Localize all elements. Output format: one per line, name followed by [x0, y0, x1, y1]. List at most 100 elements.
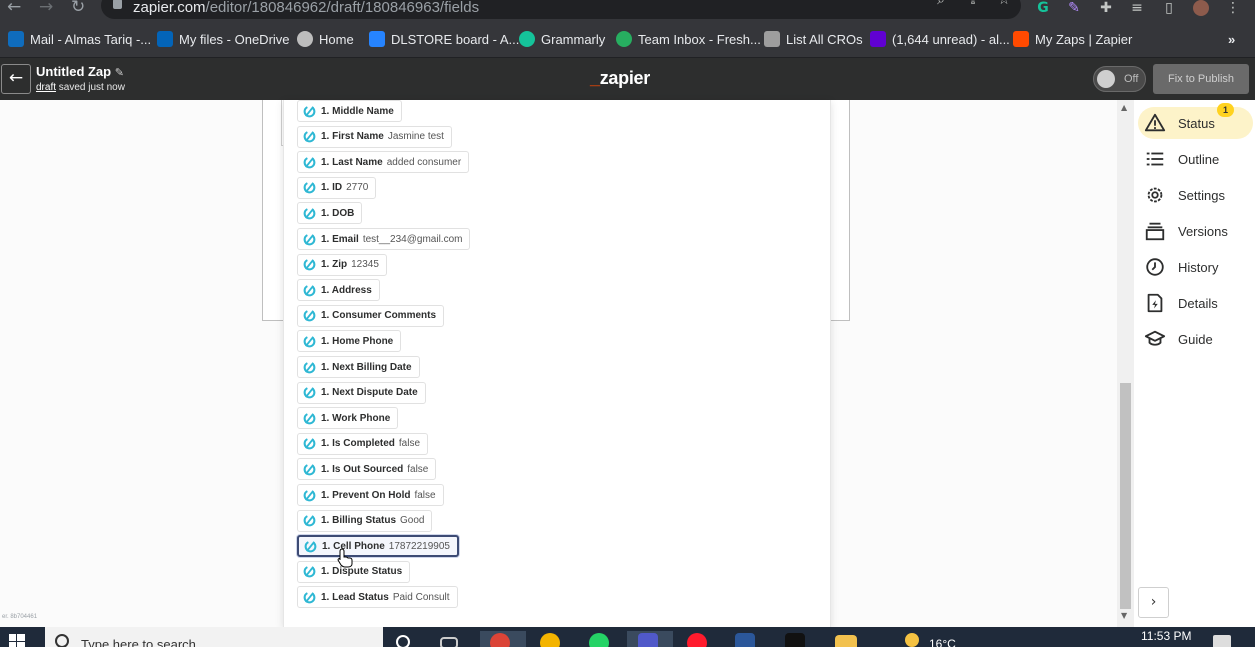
windows-start-icon[interactable]	[9, 634, 25, 647]
zap-title-text: Untitled Zap	[36, 64, 112, 79]
bookmarks-overflow-icon[interactable]: »	[1228, 30, 1235, 48]
system-clock[interactable]: 11:53 PM	[1141, 629, 1191, 643]
scroll-up-icon[interactable]: ▲	[1121, 103, 1127, 112]
field-option-label: 1. Is Completed	[321, 438, 395, 450]
whatsapp-icon[interactable]	[589, 633, 609, 647]
webhook-icon	[303, 437, 316, 450]
bookmark-label: Team Inbox - Fresh...	[638, 31, 761, 47]
bookmark-home[interactable]: Home	[297, 30, 354, 48]
zapier-icon	[1013, 31, 1029, 47]
back-arrow-icon[interactable]: ←	[7, 0, 21, 17]
field-option[interactable]: 1. Is Out Sourced false	[297, 458, 437, 481]
bookmark-my-zaps[interactable]: My Zaps | Zapier	[1013, 30, 1132, 48]
scrollbar-thumb[interactable]	[1120, 383, 1131, 609]
pencil-icon[interactable]: ✎	[115, 67, 124, 79]
scroll-down-icon[interactable]: ▼	[1121, 611, 1127, 620]
side-panel-icon[interactable]: ▯	[1161, 0, 1177, 16]
hand-cursor-icon	[337, 548, 353, 568]
address-bar[interactable]: zapier.com/editor/180846962/draft/180846…	[101, 0, 1021, 19]
file-explorer-icon[interactable]	[835, 635, 857, 647]
field-option[interactable]: 1. Work Phone	[297, 407, 399, 430]
zap-title[interactable]: Untitled Zap ✎	[36, 64, 124, 79]
sidebar-item-outline[interactable]: Outline	[1138, 143, 1248, 175]
chrome-profile-icon[interactable]	[540, 633, 560, 647]
bookmark-team-inbox[interactable]: Team Inbox - Fresh...	[616, 30, 761, 48]
field-option[interactable]: 1. Email test__234@gmail.com	[297, 228, 471, 250]
field-option[interactable]: 1. Middle Name	[297, 100, 402, 122]
webhook-icon	[303, 463, 316, 476]
clock-icon	[1146, 258, 1164, 276]
zap-on-off-toggle[interactable]: Off	[1093, 66, 1146, 92]
field-option[interactable]: 1. Next Dispute Date	[297, 381, 426, 404]
chrome-icon[interactable]	[490, 633, 510, 647]
grammarly-extension-icon[interactable]: G	[1035, 0, 1051, 16]
field-option-label: 1. Dispute Status	[321, 566, 403, 578]
field-option[interactable]: 1. Next Billing Date	[297, 356, 420, 378]
bookmark-grammarly[interactable]: Grammarly	[519, 30, 605, 48]
zoom-icon[interactable]: ⌕	[933, 0, 949, 8]
bookmark-dlstore[interactable]: DLSTORE board - A...	[369, 30, 519, 48]
extensions-puzzle-icon[interactable]: ✚	[1098, 0, 1114, 16]
bookmark-mail[interactable]: Mail - Almas Tariq -...	[8, 30, 151, 48]
webhook-icon	[303, 105, 316, 117]
zap-editor-header: ← Untitled Zap ✎ draft saved just now _z…	[0, 58, 1255, 100]
sidebar-item-guide[interactable]: Guide	[1138, 323, 1248, 355]
webhook-icon	[303, 309, 316, 322]
warning-icon	[1144, 113, 1166, 132]
field-option[interactable]: 1. ID 2770	[297, 176, 377, 199]
field-option[interactable]: 1. Billing Status Good	[297, 509, 433, 532]
draft-link[interactable]: draft	[36, 82, 56, 93]
webhook-icon	[303, 130, 316, 143]
sidebar-item-versions[interactable]: Versions	[1138, 215, 1248, 247]
publish-button[interactable]: Fix to Publish	[1153, 64, 1249, 94]
notifications-icon[interactable]	[1213, 635, 1231, 647]
bookmark-list-cros[interactable]: List All CROs	[764, 30, 863, 48]
field-mapping-dropdown: 1. Middle Name 1. First Name Jasmine test 1…	[283, 100, 831, 627]
field-option-value: added consumer	[386, 156, 462, 168]
field-option[interactable]: 1. Dispute Status	[297, 560, 411, 583]
field-option[interactable]: 1. Last Name added consumer	[297, 151, 470, 174]
browser-menu-icon[interactable]: ⋮	[1225, 0, 1241, 16]
field-option[interactable]: 1. Consumer Comments	[297, 304, 445, 327]
url-path: /editor/180846962/draft/180846963/fields	[205, 0, 480, 16]
field-option[interactable]: 1. Zip 12345	[297, 253, 387, 276]
field-option[interactable]: 1. Prevent On Hold false	[297, 484, 444, 506]
expand-sidebar-button[interactable]: ›	[1138, 587, 1169, 618]
field-option[interactable]: 1. Home Phone	[297, 330, 402, 353]
task-view-icon[interactable]	[440, 637, 458, 647]
feather-extension-icon[interactable]: ✎	[1066, 0, 1082, 16]
forward-arrow-icon[interactable]: →	[39, 0, 53, 17]
back-button[interactable]: ←	[1, 64, 31, 94]
field-option-label: 1. Middle Name	[321, 105, 394, 117]
field-option[interactable]: 1. First Name Jasmine test	[297, 125, 452, 148]
canvas-scrollbar[interactable]: ▲ ▼	[1117, 100, 1134, 627]
sidebar-item-details[interactable]: Details	[1138, 287, 1248, 319]
field-option[interactable]: 1. Lead Status Paid Consult	[297, 586, 458, 609]
field-option-value: false	[414, 489, 436, 501]
bookmark-onedrive[interactable]: My files - OneDrive	[157, 30, 290, 48]
sidebar-item-history[interactable]: History	[1138, 251, 1248, 283]
teams-icon[interactable]	[638, 633, 658, 647]
field-option[interactable]: 1. Is Completed false	[297, 432, 429, 455]
opera-icon[interactable]	[687, 633, 707, 647]
field-option[interactable]: 1. Cell Phone 17872219905	[297, 535, 459, 558]
field-option-label: 1. DOB	[321, 207, 355, 219]
word-icon[interactable]	[735, 633, 755, 647]
star-icon[interactable]: ☆	[996, 0, 1012, 8]
bookmark-yahoo-mail[interactable]: (1,644 unread) - al...	[870, 30, 1010, 48]
reload-icon[interactable]: ↻	[71, 0, 85, 17]
bookmark-label: Grammarly	[541, 31, 606, 47]
profile-avatar-icon[interactable]	[1193, 0, 1209, 16]
media-queue-icon[interactable]: ≡	[1129, 0, 1145, 16]
sidebar-item-settings[interactable]: Settings	[1138, 179, 1248, 211]
taskbar-search[interactable]: Type here to search	[45, 627, 383, 647]
sidebar-item-status[interactable]: Status	[1138, 107, 1253, 139]
field-option-value: 17872219905	[388, 540, 450, 552]
netflix-icon[interactable]	[785, 633, 805, 647]
field-option[interactable]: 1. DOB	[297, 202, 363, 225]
field-option[interactable]: 1. Address	[297, 279, 380, 302]
cortana-icon[interactable]	[396, 635, 410, 647]
webhook-icon	[303, 386, 316, 399]
field-option-value: test__234@gmail.com	[362, 233, 463, 245]
share-icon[interactable]: ⇪	[965, 0, 981, 8]
